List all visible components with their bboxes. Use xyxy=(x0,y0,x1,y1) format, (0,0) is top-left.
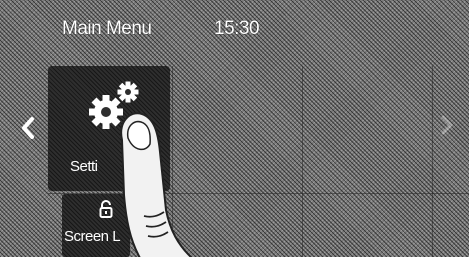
chevron-right-icon[interactable] xyxy=(440,114,454,136)
tapping-finger-icon xyxy=(100,100,210,257)
status-bar: Main Menu 15:30 xyxy=(0,0,469,62)
grid-divider xyxy=(432,66,433,257)
page-title: Main Menu xyxy=(62,18,152,39)
device-screen: Main Menu 15:30 Setti Screen L xyxy=(0,0,469,257)
grid-divider xyxy=(302,66,303,257)
settings-label: Setti xyxy=(70,158,98,175)
clock: 15:30 xyxy=(214,18,260,39)
chevron-left-icon[interactable] xyxy=(20,116,36,140)
